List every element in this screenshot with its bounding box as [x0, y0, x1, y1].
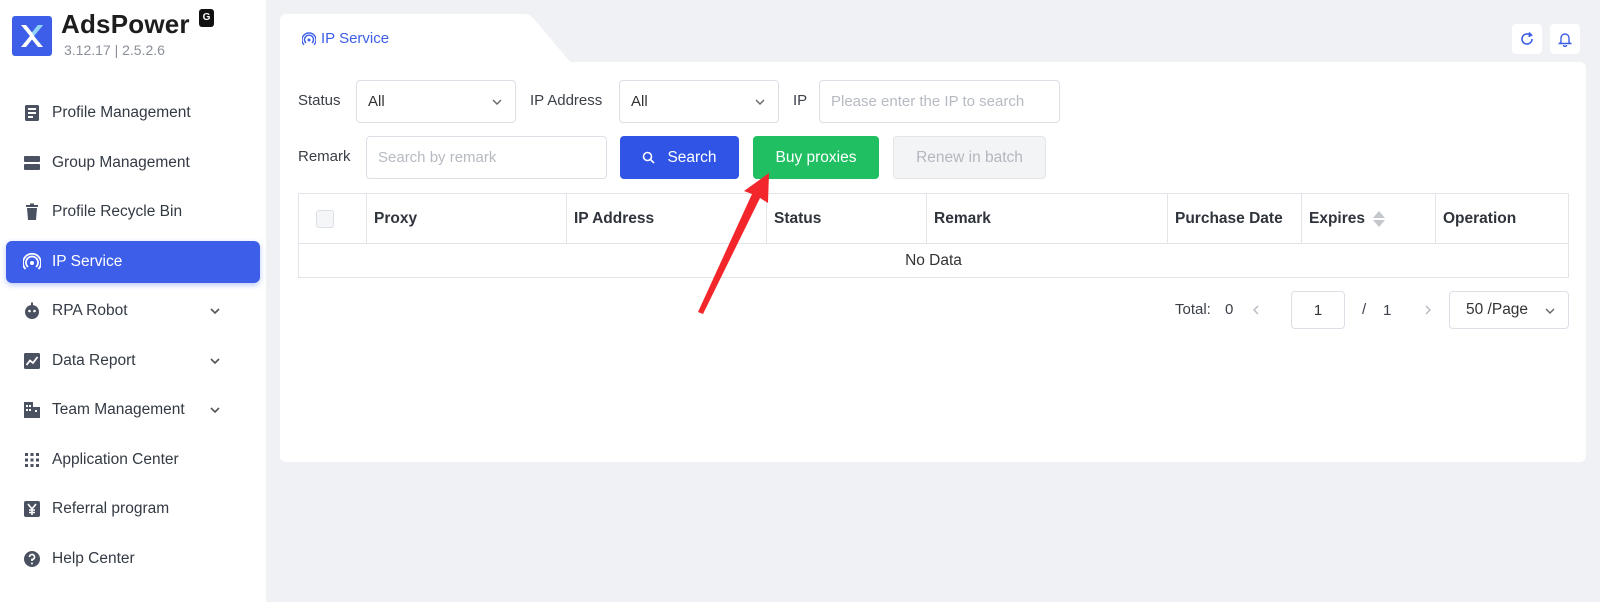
column-ip-address: IP Address: [567, 194, 767, 244]
sidebar-item-label: Group Management: [52, 153, 190, 171]
sidebar-item-label: Profile Recycle Bin: [52, 203, 183, 220]
sidebar-item-team-management[interactable]: Team Management: [6, 389, 260, 431]
search-button-label: Search: [667, 148, 717, 166]
help-icon: [22, 549, 42, 569]
sidebar-item-label: IP Service: [52, 252, 123, 270]
remark-label: Remark: [298, 148, 351, 165]
tab-edge: [516, 14, 572, 64]
profile-icon: [22, 103, 42, 123]
sidebar-item-label: Data Report: [52, 351, 136, 369]
page-size-select[interactable]: 50 /Page: [1449, 291, 1569, 329]
status-select[interactable]: All: [356, 80, 516, 123]
yen-icon: [22, 499, 42, 519]
sidebar-item-label: Help Center: [52, 549, 135, 567]
select-all-cell: [299, 194, 367, 244]
chevron-down-icon: [210, 357, 220, 364]
remark-search-input[interactable]: [366, 136, 607, 179]
chevron-down-icon: [492, 99, 502, 105]
bell-icon: [1557, 33, 1573, 47]
ip-address-select-value: All: [631, 93, 648, 110]
sidebar-item-group-management[interactable]: Group Management: [6, 142, 260, 184]
chevron-down-icon: [1545, 308, 1555, 314]
chevron-down-icon: [755, 99, 765, 105]
renew-in-batch-label: Renew in batch: [916, 148, 1023, 166]
team-icon: [22, 400, 42, 420]
robot-icon: [22, 301, 42, 321]
ip-address-select[interactable]: All: [619, 80, 779, 123]
sort-icon[interactable]: [1373, 211, 1386, 227]
page-size-value: 50 /Page: [1466, 301, 1529, 318]
sidebar-item-label: RPA Robot: [52, 302, 128, 319]
proxy-table: Proxy IP Address Status Remark Purchase …: [298, 193, 1569, 278]
table-header: Proxy IP Address Status Remark Purchase …: [299, 194, 1568, 244]
sidebar-nav: Profile Management Group Management Prof…: [6, 92, 260, 587]
column-expires-label: Expires: [1309, 210, 1366, 227]
pagination-total-value: 0: [1225, 301, 1234, 318]
sidebar: AdsPower G 3.12.17 | 2.5.2.6 Profile Man…: [0, 0, 266, 602]
ip-search-input[interactable]: [819, 80, 1060, 123]
pagination-separator: /: [1362, 301, 1367, 318]
adspower-logo-icon: [12, 16, 52, 56]
ip-address-label: IP Address: [530, 92, 603, 109]
pagination-total-label: Total:: [1175, 301, 1211, 318]
tab-label: IP Service: [321, 30, 390, 47]
sidebar-item-profile-management[interactable]: Profile Management: [6, 92, 260, 134]
sidebar-item-label: Profile Management: [52, 104, 191, 121]
grid-icon: [22, 450, 42, 470]
page-number-input[interactable]: [1291, 291, 1345, 329]
status-select-value: All: [368, 93, 385, 110]
sidebar-item-help-center[interactable]: Help Center: [6, 538, 260, 580]
version-label: 3.12.17 | 2.5.2.6: [64, 42, 165, 58]
chevron-down-icon: [210, 407, 220, 414]
search-button[interactable]: Search: [620, 136, 739, 179]
trash-icon: [22, 202, 42, 222]
column-purchase-date: Purchase Date: [1168, 194, 1302, 244]
chevron-right-icon[interactable]: [1422, 304, 1434, 316]
column-proxy: Proxy: [367, 194, 567, 244]
column-expires[interactable]: Expires: [1302, 194, 1436, 244]
refresh-button[interactable]: [1512, 24, 1542, 54]
renew-in-batch-button[interactable]: Renew in batch: [893, 136, 1046, 179]
sidebar-item-ip-service[interactable]: IP Service: [6, 240, 260, 283]
ip-label: IP: [793, 92, 808, 109]
status-label: Status: [298, 92, 341, 109]
tab-label-group: IP Service: [302, 30, 389, 47]
buy-proxies-label: Buy proxies: [775, 148, 857, 166]
ip-signal-icon: [22, 252, 42, 272]
table-empty-text: No Data: [905, 252, 962, 269]
sidebar-item-rpa-robot[interactable]: RPA Robot: [6, 290, 260, 332]
sidebar-item-referral-program[interactable]: Referral program: [6, 488, 260, 530]
notification-button[interactable]: [1550, 24, 1580, 54]
brand-name: AdsPower: [61, 9, 190, 39]
select-all-checkbox[interactable]: [316, 210, 334, 228]
group-icon: [22, 153, 42, 173]
refresh-icon: [1521, 31, 1533, 45]
pagination-total-pages: 1: [1383, 302, 1392, 319]
search-icon: [643, 151, 656, 164]
buy-proxies-button[interactable]: Buy proxies: [753, 136, 879, 179]
chart-icon: [22, 351, 42, 371]
chevron-down-icon: [210, 308, 220, 315]
brand-badge: G: [199, 9, 214, 27]
sidebar-item-label: Referral program: [52, 500, 170, 517]
ip-signal-icon: [302, 31, 316, 45]
column-remark: Remark: [927, 194, 1168, 244]
column-status: Status: [767, 194, 927, 244]
column-operation: Operation: [1443, 210, 1517, 227]
sidebar-item-label: Team Management: [52, 401, 185, 418]
sidebar-item-label: Application Center: [52, 450, 179, 468]
sidebar-item-application-center[interactable]: Application Center: [6, 439, 260, 481]
chevron-left-icon[interactable]: [1250, 304, 1262, 316]
sidebar-item-data-report[interactable]: Data Report: [6, 340, 260, 382]
sidebar-item-profile-recycle-bin[interactable]: Profile Recycle Bin: [6, 191, 260, 233]
